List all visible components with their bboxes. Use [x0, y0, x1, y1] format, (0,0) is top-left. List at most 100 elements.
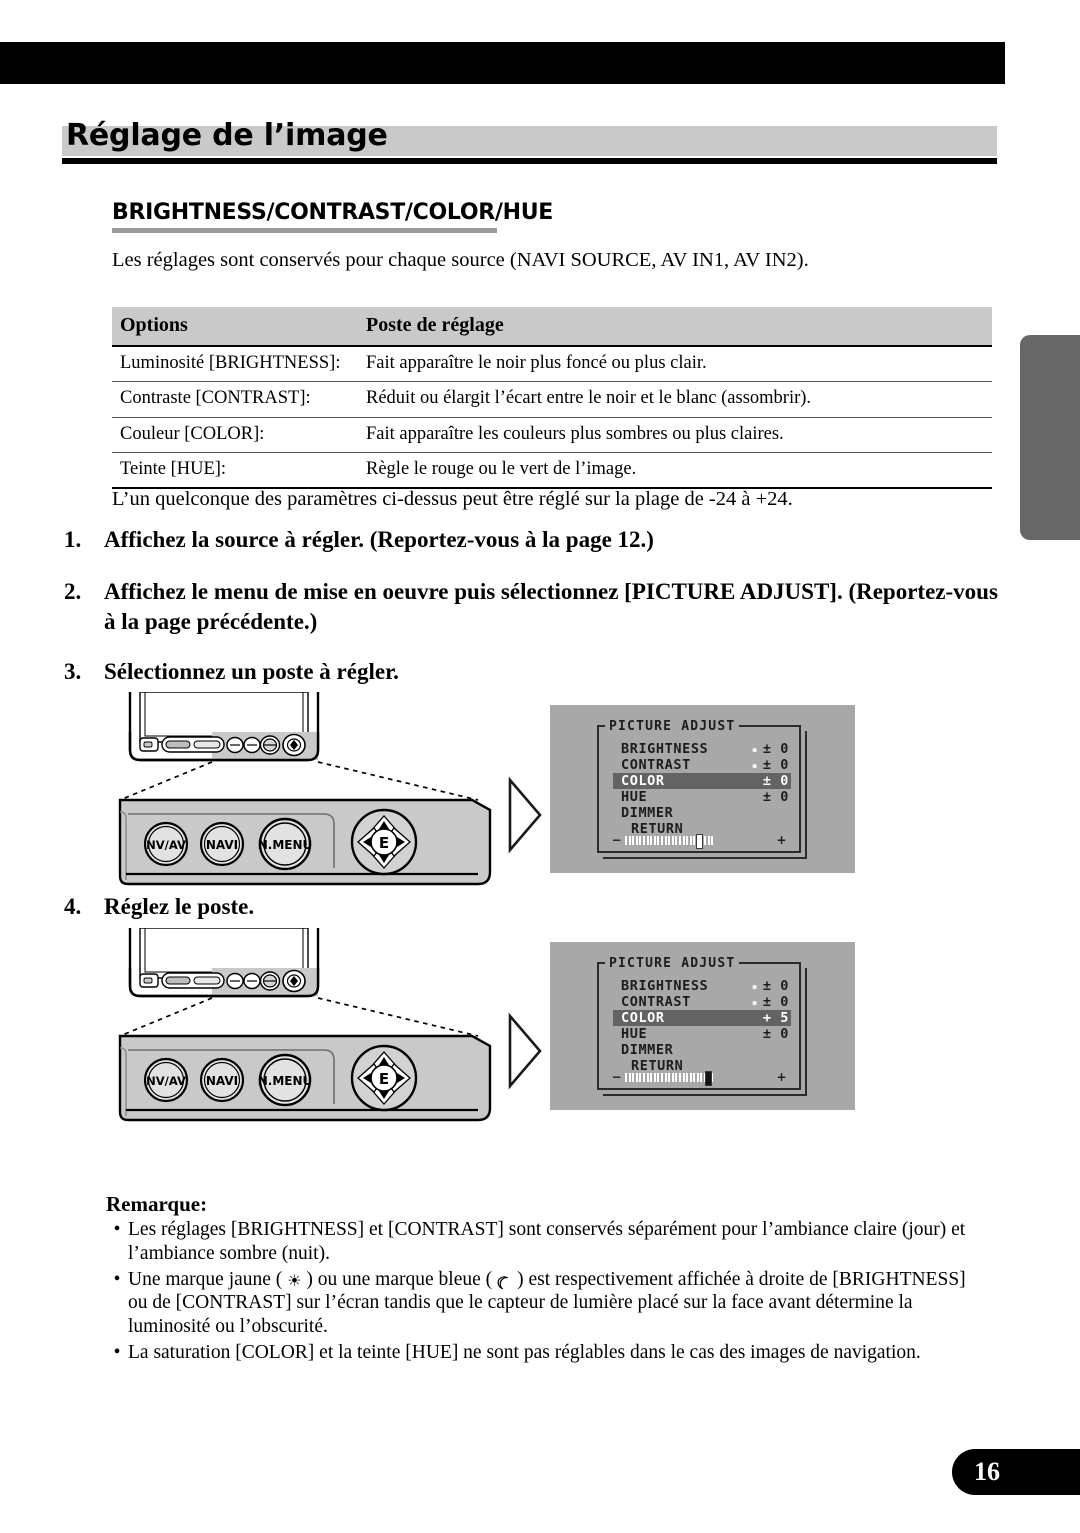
osd-item-label: COLOR	[621, 773, 665, 789]
step-number: 1.	[64, 527, 82, 552]
osd-item-value: ± 0	[762, 978, 789, 994]
osd-item-label: CONTRAST	[621, 757, 691, 773]
note-item: • Les réglages [BRIGHTNESS] et [CONTRAST…	[106, 1218, 986, 1266]
osd-item-brightness[interactable]: BRIGHTNESS ✹ ± 0	[613, 978, 791, 994]
table-row: Contraste [CONTRAST]: Réduit ou élargit …	[112, 381, 992, 418]
slider-track[interactable]	[625, 833, 773, 849]
pad-center-label: E	[379, 834, 389, 852]
osd-item-color[interactable]: COLOR ± 0	[613, 773, 791, 789]
osd-item-dimmer[interactable]: DIMMER	[613, 1042, 791, 1058]
table-row: Luminosité [BRIGHTNESS]: Fait apparaître…	[112, 346, 992, 383]
osd-item-brightness[interactable]: BRIGHTNESS ✹ ± 0	[613, 741, 791, 757]
section-title: BRIGHTNESS/CONTRAST/COLOR/HUE	[112, 200, 554, 225]
button-label: NV/AV	[146, 1074, 186, 1088]
sun-icon: ☀	[287, 1272, 302, 1290]
osd-slider-after[interactable]: − +	[611, 1070, 787, 1086]
note-item: • La saturation [COLOR] et la teinte [HU…	[106, 1341, 986, 1365]
section-header: BRIGHTNESS/CONTRAST/COLOR/HUE	[112, 200, 553, 233]
button-nv-av: NV/AV	[143, 1057, 189, 1103]
minus-icon: −	[611, 1070, 622, 1084]
osd-screen-after: PICTURE ADJUST BRIGHTNESS ✹ ± 0 CONTRAST…	[550, 942, 855, 1110]
button-label: NAVI	[206, 1074, 238, 1088]
osd-item-label: DIMMER	[621, 805, 674, 821]
osd-item-value: ± 0	[762, 773, 789, 789]
page-title: Réglage de l’image	[66, 118, 388, 153]
callout-lines	[119, 761, 479, 801]
osd-item-value: ± 0	[762, 1026, 789, 1042]
button-label: N.MENU	[258, 1074, 313, 1088]
osd-item-contrast[interactable]: CONTRAST ✹ ± 0	[613, 994, 791, 1010]
cell-description: Fait apparaître les couleurs plus sombre…	[358, 417, 992, 453]
osd-content: PICTURE ADJUST BRIGHTNESS ✹ ± 0 CONTRAST…	[597, 719, 807, 859]
table-header-row: Options Poste de réglage	[112, 307, 992, 347]
osd-item-label: COLOR	[621, 1010, 665, 1026]
cell-option: Couleur [COLOR]:	[112, 417, 358, 453]
slider-track[interactable]	[625, 1070, 773, 1086]
step-number: 2.	[64, 579, 82, 604]
slider-knob[interactable]	[704, 1070, 712, 1086]
plus-icon: +	[776, 1070, 787, 1084]
osd-content: PICTURE ADJUST BRIGHTNESS ✹ ± 0 CONTRAST…	[597, 956, 807, 1096]
device-illustration-2: NV/AV NAVI N.MENU E	[112, 927, 542, 1133]
note-text-part1: Une marque jaune (	[128, 1268, 288, 1290]
cell-description: Règle le rouge ou le vert de l’image.	[358, 452, 992, 490]
cell-option: Luminosité [BRIGHTNESS]:	[112, 346, 358, 383]
round-buttons-icon	[226, 971, 281, 991]
table-row: Couleur [COLOR]: Fait apparaître les cou…	[112, 417, 992, 453]
osd-slider-before[interactable]: − +	[611, 833, 787, 849]
flow-arrow-icon	[508, 776, 542, 854]
direction-pad: E	[350, 1044, 418, 1112]
joystick-icon	[282, 733, 306, 757]
osd-item-label: HUE	[621, 1026, 648, 1042]
range-note: L’un quelconque des paramètres ci-dessus…	[112, 488, 793, 510]
note-text: La saturation [COLOR] et la teinte [HUE]…	[128, 1341, 921, 1363]
note-text: Une marque jaune ( ☀ ) ou une marque ble…	[128, 1268, 986, 1339]
osd-item-color[interactable]: COLOR + 5	[613, 1010, 791, 1026]
step-3: 3. Sélectionnez un poste à régler.	[64, 657, 1004, 687]
step-text: Affichez la source à régler. (Reportez-v…	[104, 527, 654, 552]
notes-list: • Les réglages [BRIGHTNESS] et [CONTRAST…	[106, 1218, 986, 1367]
osd-menu-list: BRIGHTNESS ✹ ± 0 CONTRAST ✹ ± 0 COLOR + …	[613, 978, 791, 1074]
osd-item-dimmer[interactable]: DIMMER	[613, 805, 791, 821]
cell-option: Contraste [CONTRAST]:	[112, 381, 358, 418]
page-number: 16	[952, 1449, 1080, 1495]
slider-knob[interactable]	[696, 833, 703, 849]
osd-item-contrast[interactable]: CONTRAST ✹ ± 0	[613, 757, 791, 773]
osd-title: PICTURE ADJUST	[605, 956, 740, 971]
note-text-part2: ) ou une marque bleue (	[301, 1268, 497, 1290]
step-number: 4.	[64, 894, 82, 919]
note-item: • Une marque jaune ( ☀ ) ou une marque b…	[106, 1268, 986, 1339]
sun-icon: ✹	[751, 758, 759, 772]
note-text: Les réglages [BRIGHTNESS] et [CONTRAST] …	[128, 1219, 966, 1264]
button-n-menu: N.MENU	[258, 1053, 313, 1107]
plus-icon: +	[776, 833, 787, 847]
step-text: Sélectionnez un poste à régler.	[104, 659, 399, 684]
osd-title: PICTURE ADJUST	[605, 719, 740, 734]
osd-screen-before: PICTURE ADJUST BRIGHTNESS ✹ ± 0 CONTRAST…	[550, 705, 855, 873]
step-text: Affichez le menu de mise en oeuvre puis …	[104, 579, 998, 634]
osd-item-hue[interactable]: HUE ± 0	[613, 1026, 791, 1042]
osd-item-value: ± 0	[762, 994, 789, 1010]
button-label: N.MENU	[258, 838, 313, 852]
table-row: Teinte [HUE]: Règle le rouge ou le vert …	[112, 452, 992, 490]
top-black-banner	[0, 42, 1005, 84]
osd-menu-list: BRIGHTNESS ✹ ± 0 CONTRAST ✹ ± 0 COLOR ± …	[613, 741, 791, 837]
joystick-icon	[282, 969, 306, 993]
osd-item-value: ± 0	[762, 757, 789, 773]
bullet-icon: •	[113, 1268, 121, 1290]
cell-option: Teinte [HUE]:	[112, 452, 358, 490]
intro-paragraph: Les réglages sont conservés pour chaque …	[112, 249, 809, 271]
osd-item-value: ± 0	[762, 741, 789, 757]
button-navi: NAVI	[199, 1057, 245, 1103]
edge-index-tab	[1020, 335, 1080, 540]
cell-description: Fait apparaître le noir plus foncé ou pl…	[358, 346, 992, 383]
sun-icon: ✹	[751, 742, 759, 756]
osd-item-label: DIMMER	[621, 1042, 674, 1058]
osd-item-hue[interactable]: HUE ± 0	[613, 789, 791, 805]
minus-icon: −	[611, 833, 622, 847]
flow-arrow-icon	[508, 1012, 542, 1090]
cell-description: Réduit ou élargit l’écart entre le noir …	[358, 381, 992, 418]
chapter-header: Réglage de l’image	[62, 118, 997, 170]
osd-item-label: HUE	[621, 789, 648, 805]
step-number: 3.	[64, 659, 82, 684]
